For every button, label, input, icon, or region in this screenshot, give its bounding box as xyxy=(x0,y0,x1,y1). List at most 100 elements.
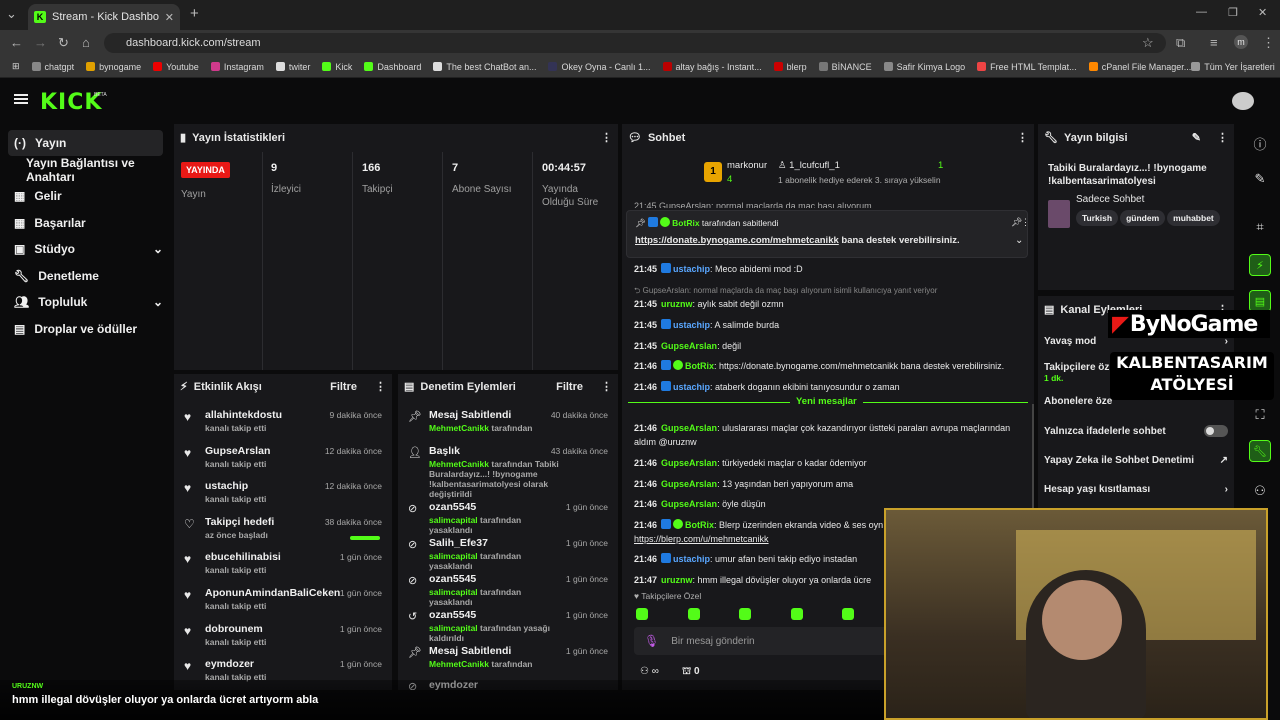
action-emotes-only[interactable]: Yalnızca ifadelerle sohbet xyxy=(1044,425,1228,437)
edit-icon[interactable]: ✎ xyxy=(1240,164,1280,194)
message-username[interactable]: ustachip xyxy=(673,320,710,330)
chat-message[interactable]: 21:46 BotRix: Blerp üzerinden ekranda vid… xyxy=(634,519,883,531)
activity-item[interactable]: ♥ ustachip kanalı takip etti 12 dakika önce xyxy=(180,477,386,511)
extensions-icon[interactable]: ⧉ xyxy=(1176,35,1185,51)
activity-item[interactable]: ♥ allahintekdostu kanalı takip etti 9 dakik… xyxy=(180,406,386,440)
bookmark-item[interactable]: The best ChatBot an... xyxy=(433,62,536,72)
sidebar-item-topluluk[interactable]: 👥︎ Topluluk ⌄ xyxy=(8,289,163,315)
message-username[interactable]: ustachip xyxy=(673,264,710,274)
message-username[interactable]: GupseArslan xyxy=(661,423,717,433)
activity-item[interactable]: ♥ ebucehilinabisi kanalı takip etti 1 gün ö… xyxy=(180,548,386,582)
chat-message[interactable]: 21:46 GupseArslan: uluslararası maçlar ço… xyxy=(634,422,1010,434)
emote-icon[interactable] xyxy=(739,608,752,620)
message-username[interactable]: uruznw xyxy=(661,575,693,585)
chat-message[interactable]: 21:46 GupseArslan: türkiyedeki maçlar o k… xyxy=(634,457,867,469)
sidebar-item-gelir[interactable]: ▦ Gelir xyxy=(8,183,163,209)
community-icon[interactable]: ⚇ xyxy=(1240,476,1280,506)
pinned-link[interactable]: https://donate.bynogame.com/mehmetcanikk xyxy=(635,235,839,246)
apps-icon[interactable]: ⊞ xyxy=(12,61,20,72)
bookmark-item[interactable]: bynogame xyxy=(86,62,141,72)
sidebar-item-stream-key[interactable]: Yayın Bağlantısı ve Anahtarı xyxy=(8,156,163,184)
action-ai-moderation[interactable]: Yapay Zeka ile Sohbet Denetimi ↗ xyxy=(1044,455,1228,466)
gift-sub-name[interactable]: ♙ 1_lcufcufl_1 xyxy=(778,160,840,171)
tools-icon[interactable]: 🔧︎ xyxy=(1240,436,1280,466)
bookmark-star-icon[interactable]: ☆ xyxy=(1142,35,1154,51)
emote-icon[interactable] xyxy=(687,608,700,620)
all-bookmarks[interactable]: Tüm Yer İşaretleri xyxy=(1191,62,1275,72)
close-tab-icon[interactable]: ✕ xyxy=(165,11,174,24)
more-icon[interactable]: ⋮ xyxy=(1017,131,1028,144)
activity-filter-button[interactable]: Filtre xyxy=(330,381,357,393)
channel-points[interactable]: ⛫ 0 xyxy=(682,666,700,679)
activity-item[interactable]: ♥ GupseArslan kanalı takip etti 12 dakika ö… xyxy=(180,442,386,476)
chat-message[interactable]: aldım @uruznw xyxy=(634,436,697,448)
minimize-icon[interactable]: — xyxy=(1196,6,1207,18)
emote-icon[interactable] xyxy=(842,608,855,620)
bookmark-item[interactable]: Okey Oyna - Canlı 1... xyxy=(548,62,651,72)
points-icon[interactable]: ⚇ ∞ xyxy=(640,666,659,677)
message-username[interactable]: GupseArslan xyxy=(661,341,717,351)
address-bar[interactable]: dashboard.kick.com/stream xyxy=(104,33,1166,53)
chat-message[interactable]: https://blerp.com/u/mehmetcanikk xyxy=(634,533,769,545)
sidebar-item-yayin[interactable]: (·) Yayın xyxy=(8,130,163,156)
bookmark-item[interactable]: cPanel File Manager... xyxy=(1088,62,1191,72)
bookmark-item[interactable]: Free HTML Templat... xyxy=(977,62,1077,72)
microphone-icon[interactable]: 🎙︎ xyxy=(644,634,659,648)
chat-message[interactable]: 21:46 GupseArslan: öyle düşün xyxy=(634,498,766,510)
bookmark-item[interactable]: Kick xyxy=(322,62,352,72)
forward-icon[interactable]: → xyxy=(34,35,47,50)
hamburger-menu-icon[interactable] xyxy=(14,94,28,104)
menu-icon[interactable]: ⋮ xyxy=(1262,35,1275,51)
chat-message[interactable]: 21:46 BotRix: https://donate.bynogame.com… xyxy=(634,360,1004,372)
chat-message[interactable]: 21:45 GupseArslan: değil xyxy=(634,340,741,352)
message-username[interactable]: BotRix xyxy=(685,361,714,371)
profile-avatar[interactable]: m xyxy=(1234,35,1248,49)
chat-message[interactable]: 21:45 uruznw: aylık sabit değil ozmn xyxy=(634,298,784,310)
chevron-down-icon[interactable]: ⌄ xyxy=(1015,235,1023,246)
raid-icon[interactable]: ⚡︎ xyxy=(1240,250,1280,280)
home-icon[interactable]: ⌂ xyxy=(82,35,90,50)
tab-search-icon[interactable]: ⌄ xyxy=(6,6,17,22)
bookmark-item[interactable]: chatgpt xyxy=(31,62,74,72)
pinned-message[interactable]: 📌︎ BotRix tarafından sabitlendi https://… xyxy=(626,210,1030,258)
bookmark-item[interactable]: altay bağış - Instant... xyxy=(662,62,762,72)
top-gifter-name[interactable]: markonur xyxy=(727,160,767,171)
emotes-only-toggle[interactable] xyxy=(1204,425,1228,437)
edit-icon[interactable]: ✎ xyxy=(1192,131,1201,144)
user-avatar[interactable] xyxy=(1232,92,1254,110)
activity-item[interactable]: ♡ Takipçi hedefi az önce başladı 38 dakika … xyxy=(180,513,386,547)
message-username[interactable]: BotRix xyxy=(685,520,714,530)
chat-message[interactable]: 21:45 ustachip: Meco abidemi mod :D xyxy=(634,263,803,275)
bookmark-item[interactable]: Instagram xyxy=(210,62,264,72)
bookmark-item[interactable]: Dashboard xyxy=(364,62,421,72)
media-icon[interactable]: ≡ xyxy=(1210,35,1218,50)
back-icon[interactable]: ← xyxy=(10,35,23,50)
chat-message[interactable]: 21:47 uruznw: hmm illegal dövüşler oluyor… xyxy=(634,574,871,586)
modlog-filter-button[interactable]: Filtre xyxy=(556,381,583,393)
sidebar-item-studyo[interactable]: ▣ Stüdyo ⌄ xyxy=(8,236,163,262)
emote-icon[interactable] xyxy=(790,608,803,620)
bookmark-item[interactable]: blerp xyxy=(773,62,807,72)
crop-icon[interactable]: ⌗ xyxy=(1240,212,1280,242)
chat-message[interactable]: 21:46 ustachip: umur afan beni takip ediy… xyxy=(634,553,857,565)
emote-icon[interactable] xyxy=(636,608,648,620)
modlog-item[interactable]: 👤︎ Başlık MehmetCanikk tarafından Tabiki B… xyxy=(404,442,612,499)
bookmark-item[interactable]: Youtube xyxy=(153,62,199,72)
sidebar-item-denetleme[interactable]: 🔧︎ Denetleme xyxy=(8,263,163,289)
store-icon[interactable]: ⛶ xyxy=(1240,400,1280,430)
more-icon[interactable]: ⋮ xyxy=(1217,131,1228,144)
message-username[interactable]: uruznw xyxy=(661,299,693,309)
more-icon[interactable]: ⋮ xyxy=(375,380,386,393)
chat-message[interactable]: 21:45 ustachip: A salimde burda xyxy=(634,319,779,331)
bookmark-item[interactable]: BİNANCE xyxy=(818,62,872,72)
sidebar-item-droplar[interactable]: ▤ Droplar ve ödüller xyxy=(8,316,163,342)
bookmark-item[interactable]: Safir Kimya Logo xyxy=(883,62,965,72)
reload-icon[interactable]: ↻ xyxy=(58,35,69,51)
sidebar-item-basarilar[interactable]: ▦ Başarılar xyxy=(8,210,163,236)
chat-message[interactable]: 21:46 ustachip: ataberk doganın ekibini t… xyxy=(634,381,900,393)
message-username[interactable]: ustachip xyxy=(673,554,710,564)
new-tab-icon[interactable]: + xyxy=(190,5,199,22)
category-name[interactable]: Sadece Sohbet xyxy=(1076,194,1144,205)
message-username[interactable]: GupseArslan xyxy=(661,499,717,509)
more-icon[interactable]: ⋮ xyxy=(601,380,612,393)
